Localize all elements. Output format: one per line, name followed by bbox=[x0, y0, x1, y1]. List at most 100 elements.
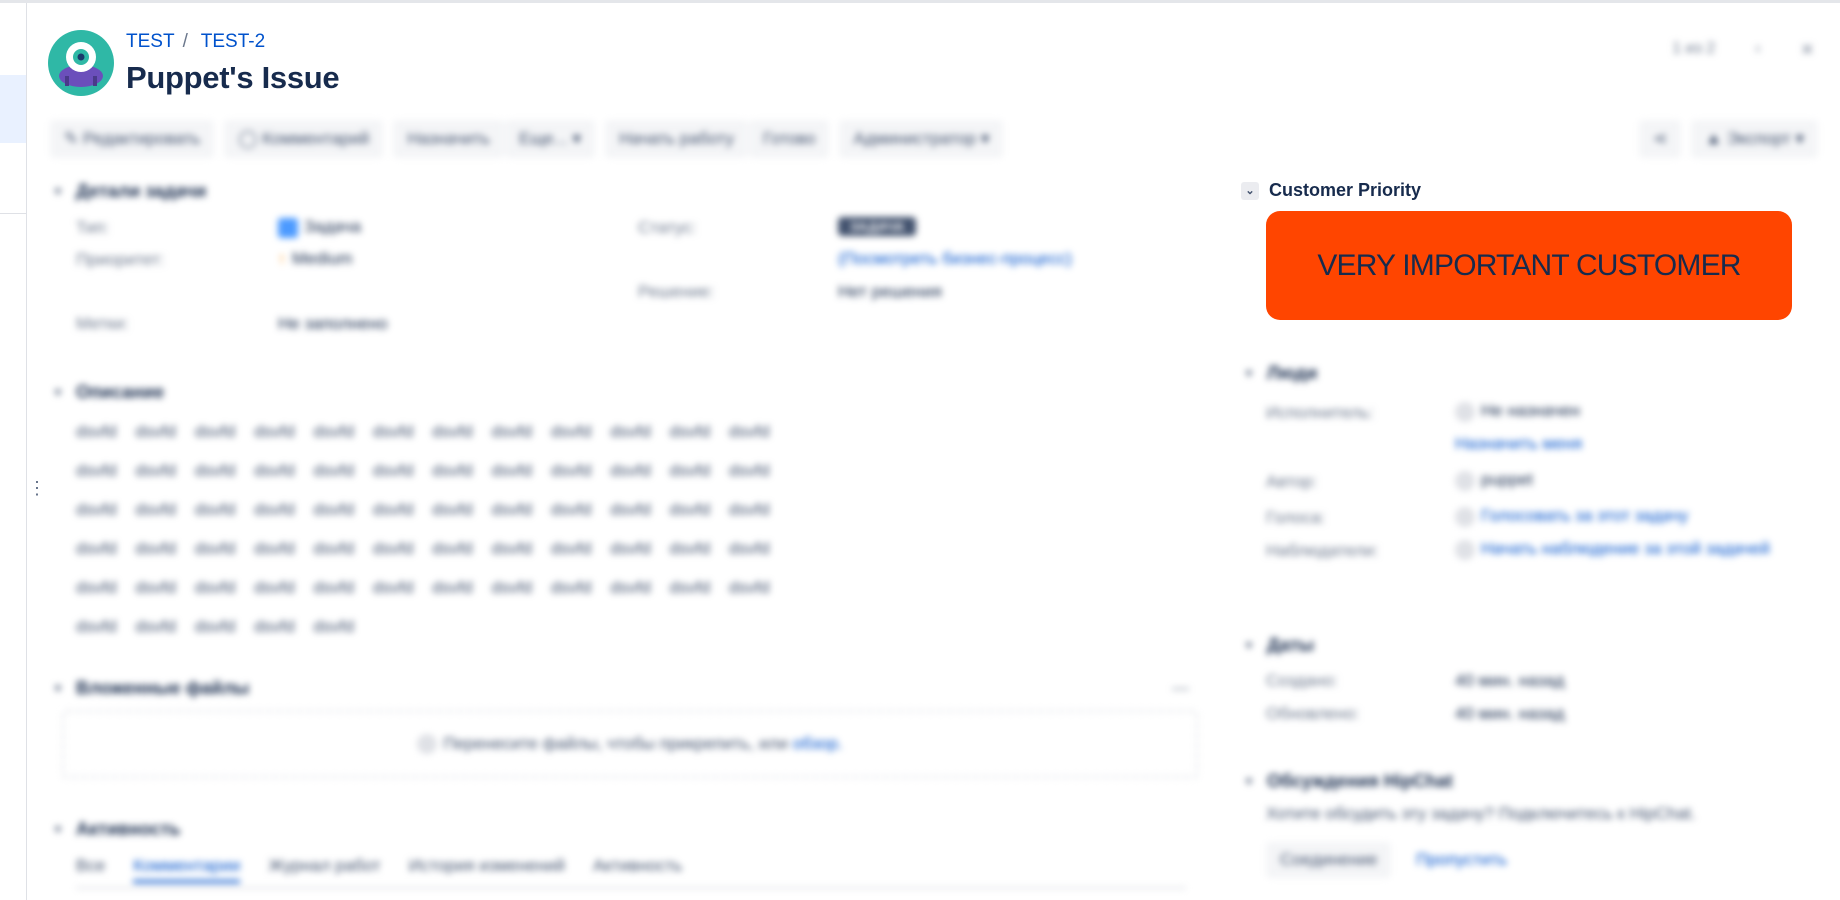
avatar bbox=[1455, 401, 1475, 422]
dismiss-link[interactable]: Пропустить bbox=[1416, 850, 1507, 870]
admin-button[interactable]: Администратор ▾ bbox=[839, 120, 1004, 158]
chevron-down-icon: ▼ bbox=[52, 823, 64, 836]
chevron-down-icon: ▾ bbox=[572, 129, 582, 148]
priority-label: Приоритет: bbox=[76, 250, 165, 269]
workflow-link[interactable]: (Посмотреть бизнес-процесс) bbox=[838, 249, 1072, 269]
task-type-icon bbox=[278, 217, 298, 238]
people-heading[interactable]: ▼ Люди bbox=[1241, 363, 1318, 384]
sidebar-resize-handle-icon[interactable]: ⋮ bbox=[28, 479, 46, 497]
export-icon: ▲ bbox=[1705, 129, 1727, 148]
labels-label: Метки: bbox=[76, 314, 129, 333]
start-work-button[interactable]: Начать работу bbox=[605, 120, 748, 158]
chevron-down-icon: ▾ bbox=[980, 129, 990, 148]
top-border bbox=[0, 0, 1840, 3]
prev-issue-icon[interactable]: ‹ bbox=[1755, 40, 1760, 60]
assignee-value: Не назначен bbox=[1455, 401, 1580, 422]
tabs-divider bbox=[76, 887, 1186, 889]
export-label: Экспорт bbox=[1726, 129, 1791, 148]
sidebar-selected-item[interactable] bbox=[0, 75, 26, 143]
assign-me-link[interactable]: Назначить меня bbox=[1455, 434, 1582, 454]
hipchat-text: Хотите обсудить эту задачу? Подключитесь… bbox=[1266, 804, 1696, 823]
status-value: ЗАДАЧА bbox=[838, 216, 917, 236]
export-button[interactable]: ▲ Экспорт ▾ bbox=[1691, 120, 1818, 158]
edit-label: Редактировать bbox=[82, 129, 201, 148]
attachments-heading-label: Вложенные файлы bbox=[76, 678, 250, 698]
customer-priority-banner: VERY IMPORTANT CUSTOMER bbox=[1266, 211, 1792, 320]
created-value: 40 мин. назад bbox=[1455, 671, 1565, 690]
priority-arrow-icon: ↑ bbox=[278, 251, 286, 268]
hipchat-heading[interactable]: ▼ Обсуждения HipChat bbox=[1241, 771, 1453, 792]
breadcrumb-issue-link[interactable]: TEST-2 bbox=[201, 31, 265, 52]
tab-comments[interactable]: Комментарии bbox=[133, 856, 241, 883]
status-label: Статус: bbox=[638, 218, 697, 237]
customer-priority-heading-label: Customer Priority bbox=[1269, 180, 1422, 200]
assignee-label: Исполнитель: bbox=[1266, 403, 1374, 422]
vote-icon bbox=[1455, 506, 1475, 527]
more-label: Еще... bbox=[519, 129, 568, 148]
reporter-value: puppet bbox=[1455, 470, 1533, 491]
attachments-heading[interactable]: ▼ Вложенные файлы bbox=[50, 678, 250, 699]
share-icon: ⋖ bbox=[1653, 129, 1668, 148]
breadcrumb-separator: / bbox=[182, 31, 188, 52]
assign-button[interactable]: Назначить bbox=[393, 120, 505, 158]
share-button[interactable]: ⋖ bbox=[1639, 120, 1682, 158]
admin-label: Администратор bbox=[853, 129, 977, 148]
created-label: Создано: bbox=[1266, 671, 1338, 690]
activity-tabs: Все Комментарии Журнал работ История изм… bbox=[76, 856, 682, 883]
hipchat-heading-label: Обсуждения HipChat bbox=[1267, 771, 1453, 791]
done-button[interactable]: Готово bbox=[748, 120, 830, 158]
comment-label: Комментарий bbox=[262, 129, 370, 148]
chevron-down-icon: ▼ bbox=[52, 386, 64, 399]
watchers-label: Наблюдатели: bbox=[1266, 541, 1379, 560]
type-value: Задача bbox=[278, 217, 361, 238]
description-heading[interactable]: ▼ Описание bbox=[50, 382, 165, 403]
browse-link[interactable]: обзор. bbox=[793, 734, 843, 754]
more-button[interactable]: Еще... ▾ bbox=[505, 120, 596, 158]
dates-heading[interactable]: ▼ Даты bbox=[1241, 635, 1314, 656]
issue-counter: 1 из 2 bbox=[1672, 40, 1716, 57]
updated-label: Обновлено: bbox=[1266, 704, 1360, 723]
close-icon[interactable]: ✕ bbox=[1801, 40, 1814, 60]
vote-link[interactable]: Голосовать за этот задачу bbox=[1455, 506, 1688, 527]
details-heading[interactable]: ▼ Детали задачи bbox=[50, 181, 207, 202]
tab-activity[interactable]: Активность bbox=[593, 856, 682, 883]
chevron-down-icon: ▼ bbox=[1243, 367, 1255, 380]
type-label: Тип: bbox=[76, 218, 110, 237]
watch-link-text: Начать наблюдение за этой задачей bbox=[1481, 539, 1770, 558]
avatar bbox=[1455, 470, 1475, 491]
watch-link[interactable]: Начать наблюдение за этой задачей bbox=[1455, 539, 1770, 560]
comment-button[interactable]: ◯ Комментарий bbox=[224, 120, 384, 158]
updated-value: 40 мин. назад bbox=[1455, 704, 1565, 723]
activity-heading[interactable]: ▼ Активность bbox=[50, 819, 181, 840]
project-avatar-icon bbox=[48, 30, 114, 96]
sidebar-divider bbox=[0, 213, 26, 214]
chevron-down-icon: ▼ bbox=[1243, 775, 1255, 788]
tab-history[interactable]: История изменений bbox=[409, 856, 565, 883]
edit-button[interactable]: ✎ Редактировать bbox=[50, 120, 215, 158]
tab-all[interactable]: Все bbox=[76, 856, 105, 883]
type-value-text: Задача bbox=[304, 217, 362, 236]
pencil-icon: ✎ bbox=[64, 129, 83, 148]
chevron-down-icon: ▼ bbox=[52, 682, 64, 695]
priority-value: ↑ Medium bbox=[278, 249, 352, 269]
votes-label: Голоса: bbox=[1266, 508, 1326, 527]
page-title: Puppet's Issue bbox=[126, 60, 340, 95]
upload-icon bbox=[417, 734, 438, 754]
connect-button[interactable]: Соединение bbox=[1266, 842, 1392, 878]
breadcrumb: TEST / TEST-2 bbox=[126, 31, 265, 53]
activity-heading-label: Активность bbox=[76, 819, 181, 839]
description-text: dsvfd dsvfd dsvfd dsvfd dsvfd dsvfd dsvf… bbox=[76, 422, 770, 636]
attachment-dropzone[interactable]: Перенесите файлы, чтобы прикрепить, или … bbox=[62, 710, 1198, 778]
attachments-options-icon[interactable]: — bbox=[1172, 678, 1189, 698]
tab-worklog[interactable]: Журнал работ bbox=[268, 856, 380, 883]
left-sidebar: ⋮ bbox=[0, 3, 46, 900]
breadcrumb-project-link[interactable]: TEST bbox=[126, 31, 175, 52]
reporter-value-text: puppet bbox=[1481, 470, 1533, 489]
assignee-value-text: Не назначен bbox=[1481, 401, 1581, 420]
labels-value: Не заполнено bbox=[278, 314, 388, 333]
chevron-down-icon: ▼ bbox=[52, 185, 64, 198]
workflow-group: Начать работу Готово bbox=[605, 120, 830, 158]
details-heading-label: Детали задачи bbox=[76, 181, 207, 201]
customer-priority-heading[interactable]: ⌄ Customer Priority bbox=[1241, 180, 1421, 201]
chevron-down-icon: ▼ bbox=[1243, 639, 1255, 652]
